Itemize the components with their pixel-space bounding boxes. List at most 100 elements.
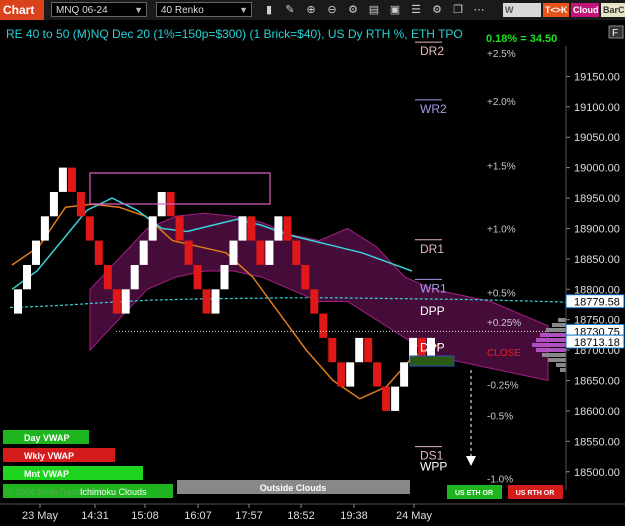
renko-brick [301, 265, 310, 290]
change-readout: 0.18% = 34.50 [486, 33, 557, 45]
tpo-bar [532, 343, 566, 347]
instrument-label: MNQ 06-24 [56, 5, 108, 16]
fullscreen-label: F [612, 28, 618, 39]
renko-brick [175, 216, 184, 241]
list-icon[interactable]: ☰ [409, 3, 423, 17]
renko-brick [202, 289, 211, 314]
zoom-out-icon[interactable]: ⊖ [325, 3, 339, 17]
settings-icon[interactable]: ⚙ [430, 3, 444, 17]
tpo-bar [536, 348, 566, 352]
tpo-bar [552, 323, 566, 327]
instrument-selector[interactable]: MNQ 06-24 ▼ [51, 2, 147, 17]
renko-brick [32, 240, 40, 265]
renko-brick [310, 289, 319, 314]
renko-brick [121, 289, 130, 314]
zoom-in-icon[interactable]: ⊕ [304, 3, 318, 17]
copy-icon[interactable]: ❐ [451, 3, 465, 17]
eth-or-label: US ETH OR [455, 490, 493, 497]
percent-label: +2.0% [487, 97, 516, 108]
tpo-bar [556, 363, 566, 367]
price-tick-label: 18500.00 [574, 467, 620, 479]
renko-brick [14, 289, 22, 314]
tpo-bar [546, 328, 566, 332]
bar-chart-icon[interactable]: ▮ [262, 3, 276, 17]
properties-icon[interactable]: ▤ [367, 3, 381, 17]
renko-brick [85, 216, 94, 241]
tk-button[interactable]: T<>K [543, 3, 569, 17]
percent-label: +0.25% [487, 318, 521, 329]
time-tick-label: 15:08 [131, 510, 159, 522]
renko-brick [193, 265, 202, 290]
percent-label: CLOSE [487, 348, 521, 359]
tpo-bar [542, 353, 566, 357]
cloud-button[interactable]: Cloud [571, 3, 599, 17]
percent-label: +0.5% [487, 289, 516, 300]
renko-brick [23, 265, 31, 290]
renko-brick [328, 337, 337, 363]
renko-brick [346, 362, 355, 387]
renko-brick [247, 216, 256, 241]
chart-menu-button[interactable]: Chart [0, 0, 44, 20]
pencil-icon[interactable]: ✎ [283, 3, 297, 17]
price-tick-label: 18900.00 [574, 223, 620, 235]
renko-brick [67, 167, 76, 192]
rth-or-label: US RTH OR [516, 490, 555, 497]
level-label: WR2 [420, 102, 447, 116]
renko-brick [112, 289, 121, 314]
price-tick-label: 19150.00 [574, 71, 620, 83]
barcolor-button[interactable]: BarCo [601, 3, 625, 17]
renko-brick [76, 192, 85, 217]
price-tick-label: 19050.00 [574, 132, 620, 144]
toolbar: Chart MNQ 06-24 ▼ 40 Renko ▼ ▮ ✎ ⊕ ⊖ ⚙ ▤… [0, 0, 625, 29]
dots-icon[interactable]: ⋯ [472, 3, 486, 17]
renko-brick [49, 192, 58, 217]
renko-brick [130, 265, 139, 290]
renko-chart[interactable]: RE 40 to 50 (M)NQ Dec 20 (1%=150p=$300) … [0, 20, 625, 526]
tpo-bar [560, 368, 566, 372]
renko-brick [400, 362, 409, 387]
renko-brick [94, 240, 103, 265]
price-tick-label: 18600.00 [574, 406, 620, 418]
bar-type-selector[interactable]: 40 Renko ▼ [156, 2, 252, 17]
renko-brick [148, 216, 157, 241]
level-label: WR1 [420, 281, 447, 295]
renko-brick [211, 289, 220, 314]
price-marker-label: 18779.58 [574, 297, 620, 309]
level-label: DR2 [420, 44, 444, 58]
renko-brick [256, 240, 265, 265]
price-tick-label: 18550.00 [574, 436, 620, 448]
chevron-down-icon: ▼ [134, 5, 143, 15]
vwap-button[interactable]: W VWAP [503, 3, 541, 29]
gear-icon[interactable]: ⚙ [346, 3, 360, 17]
price-tick-label: 19000.00 [574, 163, 620, 175]
chevron-down-icon: ▼ [239, 5, 248, 15]
renko-brick [238, 216, 247, 241]
renko-brick [229, 240, 238, 265]
price-tick-label: 18650.00 [574, 376, 620, 388]
renko-brick [364, 337, 373, 363]
time-tick-label: 23 May [22, 510, 59, 522]
time-tick-label: 17:57 [235, 510, 263, 522]
renko-brick [139, 240, 148, 265]
outside-clouds-label: Outside Clouds [260, 483, 327, 493]
template-icon[interactable]: ▣ [388, 3, 402, 17]
percent-label: -1.0% [487, 475, 513, 486]
renko-brick [103, 265, 112, 290]
time-tick-label: 18:52 [287, 510, 315, 522]
percent-label: +2.5% [487, 49, 516, 60]
status-text: Ichimoku Clouds [80, 487, 147, 497]
renko-brick [355, 337, 364, 363]
vwap-legend-label: Wkly VWAP [24, 451, 74, 461]
tpo-bar [540, 333, 566, 337]
percent-label: +1.5% [487, 161, 516, 172]
renko-brick [391, 386, 400, 411]
bar-type-label: 40 Renko [161, 5, 204, 16]
renko-brick [382, 386, 391, 411]
time-tick-label: 19:38 [340, 510, 368, 522]
price-tick-label: 19100.00 [574, 102, 620, 114]
time-tick-label: 16:07 [184, 510, 212, 522]
price-marker-label: 18713.18 [574, 337, 620, 349]
renko-brick [274, 216, 283, 241]
price-tick-label: 18950.00 [574, 193, 620, 205]
renko-brick [265, 240, 274, 265]
